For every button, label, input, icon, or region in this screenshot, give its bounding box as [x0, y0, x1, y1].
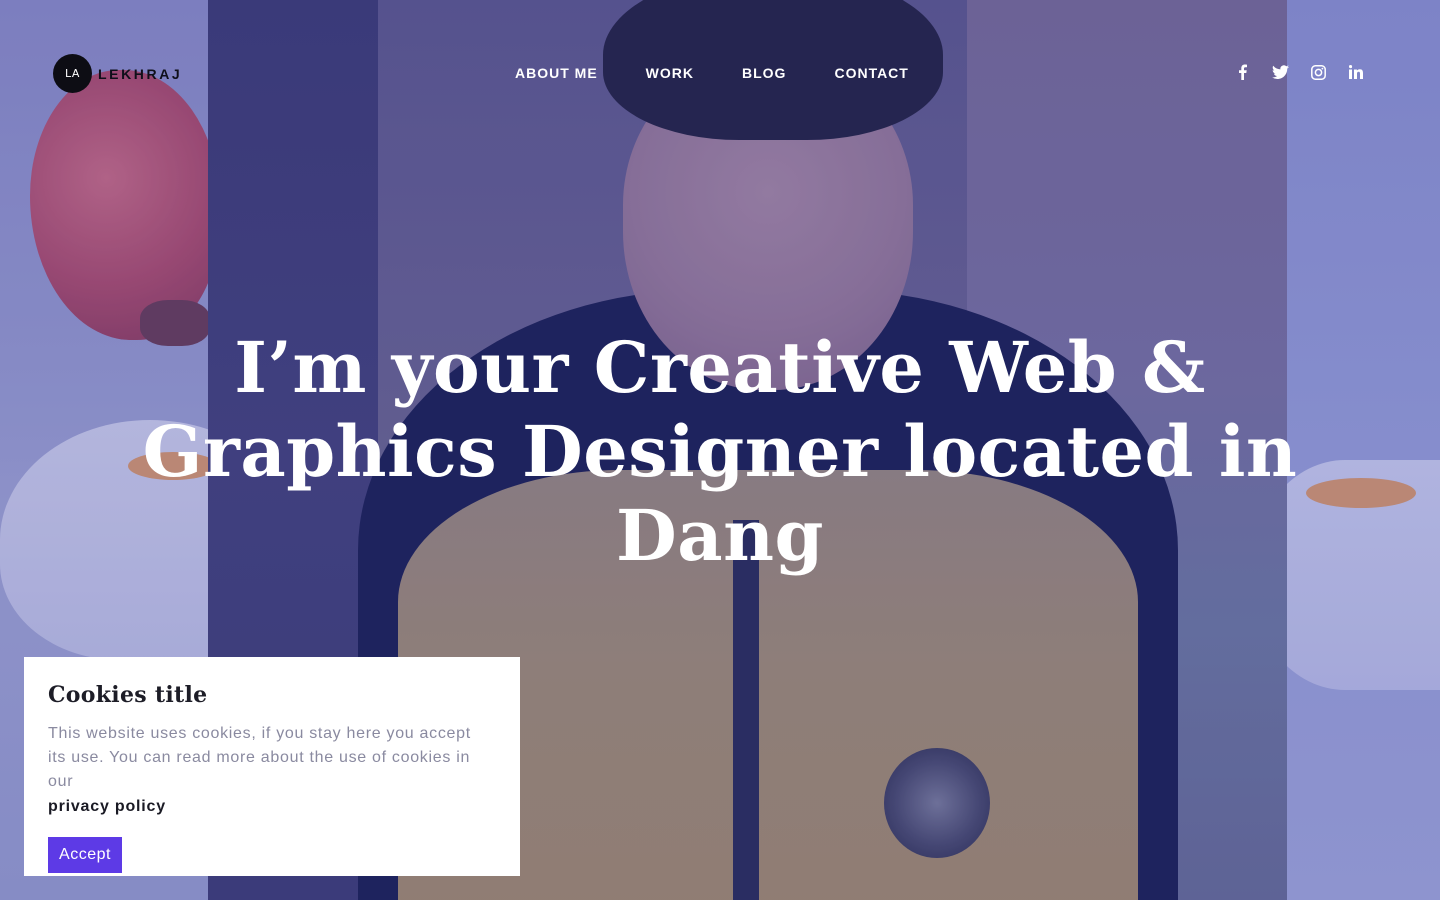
logo-text: LEKHRAJ [98, 65, 183, 82]
nav-item-work[interactable]: WORK [646, 65, 694, 81]
social-links [1232, 62, 1366, 82]
twitter-icon[interactable] [1270, 62, 1290, 82]
linkedin-icon[interactable] [1346, 62, 1366, 82]
instagram-icon[interactable] [1308, 62, 1328, 82]
nav-item-blog[interactable]: BLOG [742, 65, 786, 81]
accept-cookies-button[interactable]: Accept [48, 837, 122, 873]
cookie-body-text: This website uses cookies, if you stay h… [48, 725, 471, 790]
facebook-icon[interactable] [1232, 62, 1252, 82]
main-nav: ABOUT ME WORK BLOG CONTACT [515, 65, 909, 81]
hero-headline-line-3: Dang [616, 494, 824, 577]
cookie-title: Cookies title [48, 682, 208, 708]
nav-item-about-me[interactable]: ABOUT ME [515, 65, 598, 81]
logo-mark: LA [53, 54, 92, 93]
hero-headline-line-2: Graphics Designer located in [142, 410, 1298, 493]
hero-headline: I’m your Creative Web & Graphics Designe… [0, 326, 1440, 578]
site-header: LA LEKHRAJ ABOUT ME WORK BLOG CONTACT [0, 0, 1440, 146]
cookie-notice: Cookies title This website uses cookies,… [24, 657, 520, 876]
privacy-policy-link[interactable]: privacy policy [48, 796, 496, 818]
logo-link[interactable]: LA LEKHRAJ [53, 54, 182, 93]
nav-item-contact[interactable]: CONTACT [834, 65, 908, 81]
hero-headline-line-1: I’m your Creative Web & [234, 326, 1206, 409]
